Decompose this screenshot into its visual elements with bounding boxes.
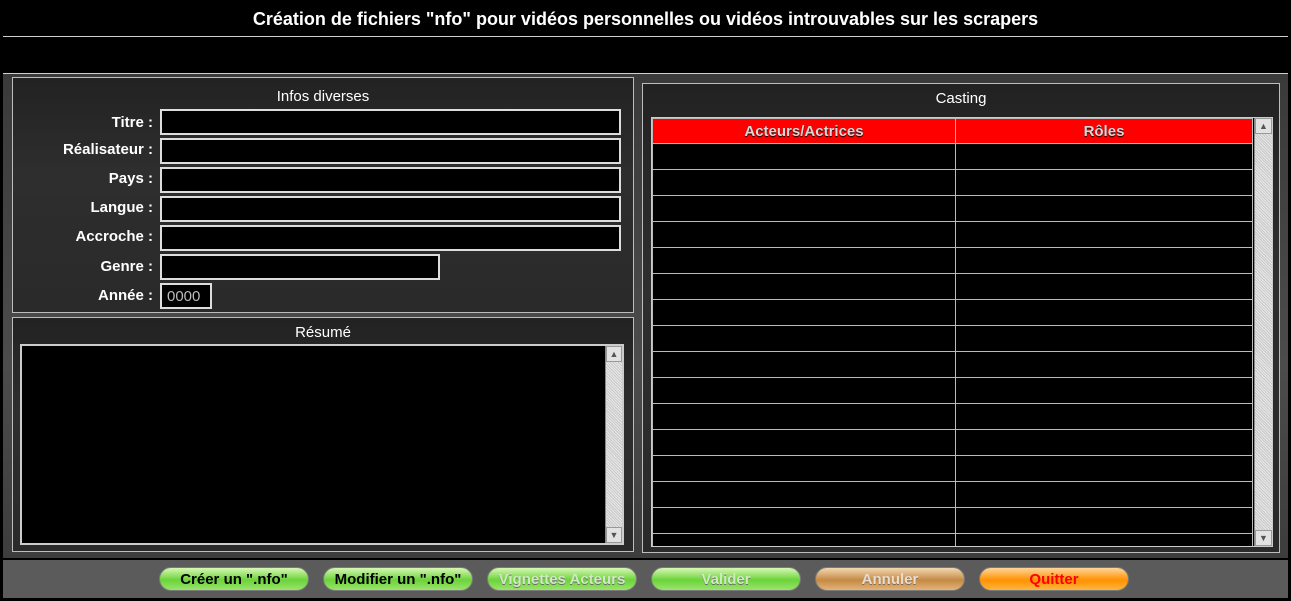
pays-input[interactable] xyxy=(160,167,621,193)
role-cell[interactable] xyxy=(955,247,1253,274)
role-cell[interactable] xyxy=(955,455,1253,482)
acteur-cell[interactable] xyxy=(652,143,956,170)
langue-input[interactable] xyxy=(160,196,621,222)
casting-scrollbar[interactable]: ▲ ▼ xyxy=(1254,118,1272,546)
acteur-cell[interactable] xyxy=(652,325,956,352)
role-cell[interactable] xyxy=(955,351,1253,378)
scroll-down-arrow-icon[interactable]: ▼ xyxy=(1255,530,1272,546)
role-cell[interactable] xyxy=(955,143,1253,170)
role-cell[interactable] xyxy=(955,481,1253,508)
genre-input[interactable] xyxy=(160,254,440,280)
role-cell[interactable] xyxy=(955,325,1253,352)
column-header-acteurs[interactable]: Acteurs/Actrices xyxy=(652,118,956,144)
resume-panel-title: Résumé xyxy=(295,324,351,341)
column-header-roles[interactable]: Rôles xyxy=(955,118,1253,144)
table-row xyxy=(652,195,1253,222)
scroll-up-arrow-icon[interactable]: ▲ xyxy=(1255,118,1272,134)
table-row xyxy=(652,403,1253,430)
resume-textarea[interactable]: ▲ ▼ xyxy=(20,344,624,545)
table-row xyxy=(652,247,1253,274)
valider-button[interactable]: Valider xyxy=(651,567,801,591)
table-row xyxy=(652,507,1253,534)
role-cell[interactable] xyxy=(955,507,1253,534)
annee-label: Année : xyxy=(97,287,153,304)
acteur-cell[interactable] xyxy=(652,247,956,274)
main-area: Infos diverses Titre : Réalisateur : Pay… xyxy=(3,74,1288,558)
vignettes-acteurs-button[interactable]: Vignettes Acteurs xyxy=(487,567,637,591)
titre-label: Titre : xyxy=(111,114,153,131)
acteur-cell[interactable] xyxy=(652,299,956,326)
realisateur-label: Réalisateur : xyxy=(62,141,153,158)
casting-grid: Acteurs/Actrices Rôles ▲ ▼ xyxy=(651,117,1273,547)
acteur-cell[interactable] xyxy=(652,533,956,546)
table-row xyxy=(652,325,1253,352)
acteur-cell[interactable] xyxy=(652,403,956,430)
casting-rows xyxy=(652,143,1253,546)
annee-input[interactable] xyxy=(160,283,212,309)
role-cell[interactable] xyxy=(955,403,1253,430)
acteur-cell[interactable] xyxy=(652,221,956,248)
window-title: Création de fichiers "nfo" pour vidéos p… xyxy=(3,2,1288,37)
genre-label: Genre : xyxy=(100,258,153,275)
scroll-up-arrow-icon[interactable]: ▲ xyxy=(606,346,622,362)
casting-table: Acteurs/Actrices Rôles xyxy=(652,118,1253,546)
role-cell[interactable] xyxy=(955,533,1253,546)
creer-nfo-button[interactable]: Créer un ".nfo" xyxy=(159,567,309,591)
table-row xyxy=(652,455,1253,482)
titre-input[interactable] xyxy=(160,109,621,135)
annuler-button[interactable]: Annuler xyxy=(815,567,965,591)
acteur-cell[interactable] xyxy=(652,455,956,482)
table-row xyxy=(652,429,1253,456)
table-row xyxy=(652,351,1253,378)
acteur-cell[interactable] xyxy=(652,273,956,300)
table-row xyxy=(652,143,1253,170)
table-row xyxy=(652,377,1253,404)
acteur-cell[interactable] xyxy=(652,351,956,378)
acteur-cell[interactable] xyxy=(652,195,956,222)
acteur-cell[interactable] xyxy=(652,169,956,196)
accroche-label: Accroche : xyxy=(75,228,153,245)
resume-scrollbar[interactable]: ▲ ▼ xyxy=(605,346,622,543)
toolbar-strip xyxy=(3,37,1288,74)
acteur-cell[interactable] xyxy=(652,377,956,404)
table-row xyxy=(652,299,1253,326)
table-row xyxy=(652,481,1253,508)
acteur-cell[interactable] xyxy=(652,481,956,508)
infos-panel: Infos diverses Titre : Réalisateur : Pay… xyxy=(12,77,634,313)
role-cell[interactable] xyxy=(955,377,1253,404)
role-cell[interactable] xyxy=(955,299,1253,326)
role-cell[interactable] xyxy=(955,429,1253,456)
casting-panel: Casting Acteurs/Actrices Rôles ▲ ▼ xyxy=(642,83,1280,553)
role-cell[interactable] xyxy=(955,195,1253,222)
accroche-input[interactable] xyxy=(160,225,621,251)
scroll-down-arrow-icon[interactable]: ▼ xyxy=(606,527,622,543)
pays-label: Pays : xyxy=(108,170,153,187)
acteur-cell[interactable] xyxy=(652,429,956,456)
resume-panel: Résumé ▲ ▼ xyxy=(12,317,634,552)
langue-label: Langue : xyxy=(90,199,154,216)
acteur-cell[interactable] xyxy=(652,507,956,534)
table-row xyxy=(652,533,1253,546)
button-bar: Créer un ".nfo" Modifier un ".nfo" Vigne… xyxy=(3,560,1288,598)
role-cell[interactable] xyxy=(955,169,1253,196)
quitter-button[interactable]: Quitter xyxy=(979,567,1129,591)
role-cell[interactable] xyxy=(955,273,1253,300)
role-cell[interactable] xyxy=(955,221,1253,248)
casting-panel-title: Casting xyxy=(935,90,987,107)
realisateur-input[interactable] xyxy=(160,138,621,164)
table-row xyxy=(652,273,1253,300)
table-row xyxy=(652,169,1253,196)
table-row xyxy=(652,221,1253,248)
modifier-nfo-button[interactable]: Modifier un ".nfo" xyxy=(323,567,473,591)
infos-panel-title: Infos diverses xyxy=(276,88,370,105)
